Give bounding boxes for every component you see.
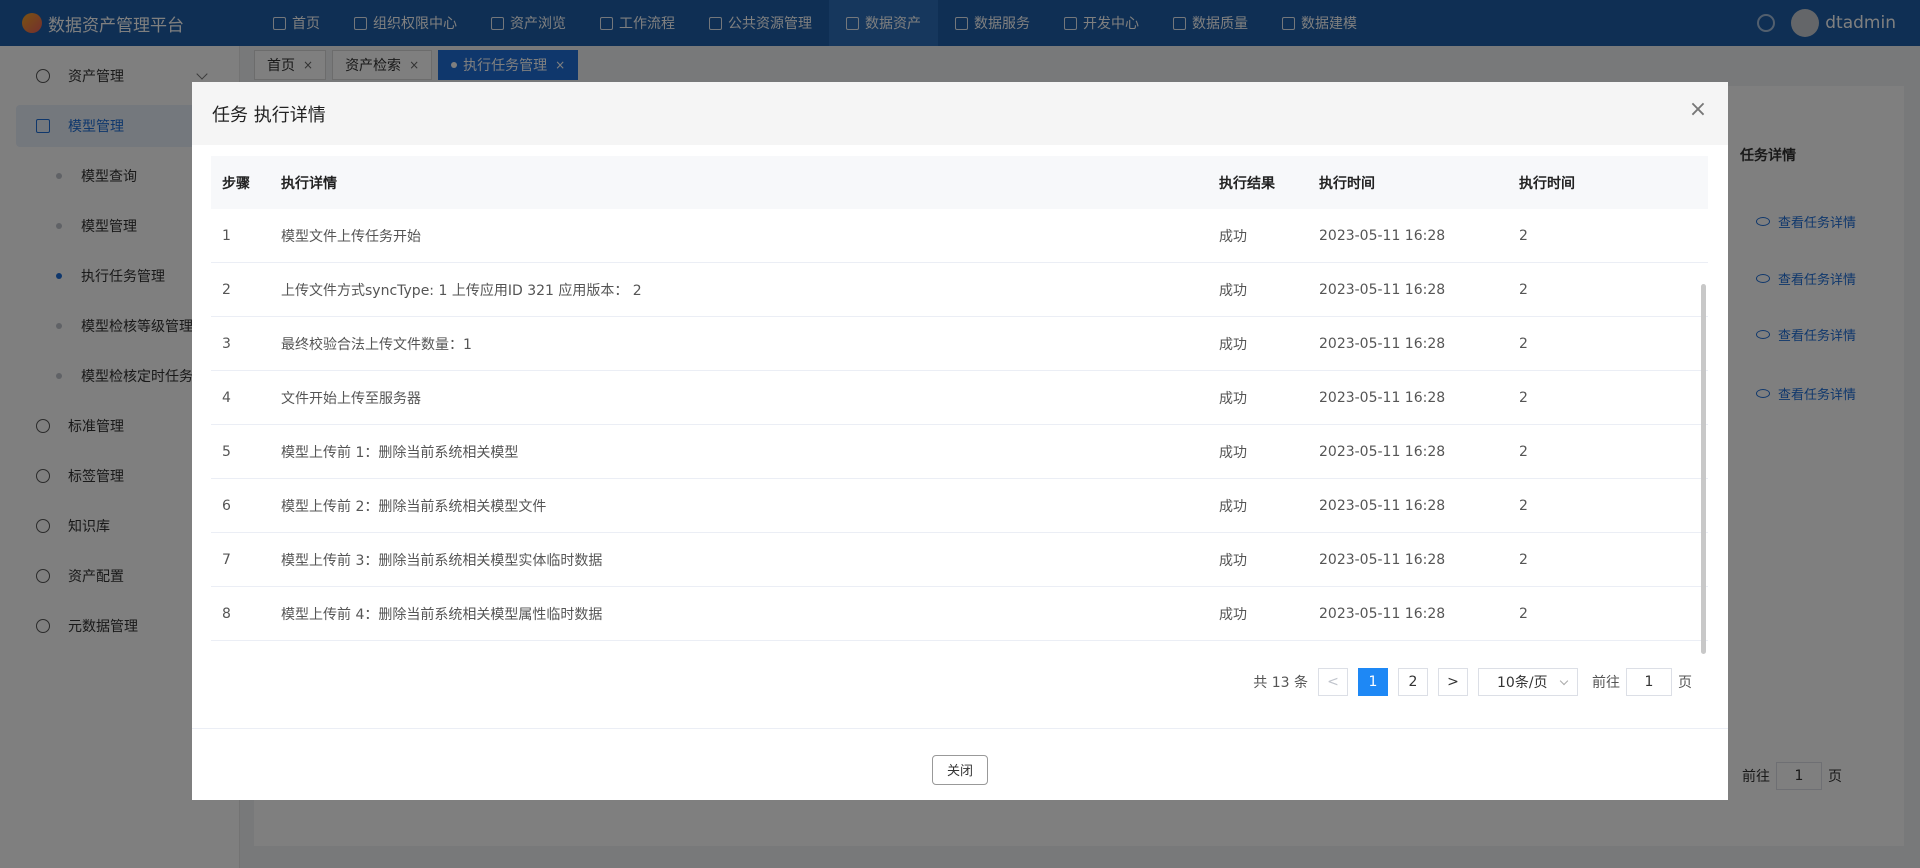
cell-step: 7 bbox=[222, 551, 231, 568]
col-header-detail: 执行详情 bbox=[281, 175, 337, 192]
table-row: 5 模型上传前 1：删除当前系统相关模型 成功 2023-05-11 16:28 2 bbox=[211, 425, 1708, 479]
cell-result: 成功 bbox=[1219, 336, 1247, 353]
cell-detail: 文件开始上传至服务器 bbox=[281, 390, 421, 407]
page-button-1[interactable]: 1 bbox=[1358, 668, 1388, 696]
cell-step: 6 bbox=[222, 497, 231, 514]
table-body: 1 模型文件上传任务开始 成功 2023-05-11 16:28 2 2 上传文件方式syn… bbox=[211, 209, 1708, 641]
cell-step: 3 bbox=[222, 335, 231, 352]
cell-detail: 模型文件上传任务开始 bbox=[281, 228, 421, 245]
cell-duration: 2 bbox=[1519, 281, 1528, 298]
cell-step: 8 bbox=[222, 605, 231, 622]
cell-time: 2023-05-11 16:28 bbox=[1319, 443, 1446, 460]
cell-detail: 模型上传前 3：删除当前系统相关模型实体临时数据 bbox=[281, 552, 603, 569]
table-row: 7 模型上传前 3：删除当前系统相关模型实体临时数据 成功 2023-05-11 16… bbox=[211, 533, 1708, 587]
cell-duration: 2 bbox=[1519, 443, 1528, 460]
cell-time: 2023-05-11 16:28 bbox=[1319, 281, 1446, 298]
page-button-2[interactable]: 2 bbox=[1398, 668, 1428, 696]
cell-duration: 2 bbox=[1519, 497, 1528, 514]
table-header: 步骤 执行详情 执行结果 执行时间 执行时间 bbox=[211, 156, 1708, 209]
modal-title: 任务 执行详情 bbox=[212, 104, 326, 126]
cell-step: 4 bbox=[222, 389, 231, 406]
table-row: 1 模型文件上传任务开始 成功 2023-05-11 16:28 2 bbox=[211, 209, 1708, 263]
table-scrollbar[interactable] bbox=[1701, 284, 1706, 654]
cell-result: 成功 bbox=[1219, 228, 1247, 245]
cell-duration: 2 bbox=[1519, 605, 1528, 622]
cell-time: 2023-05-11 16:28 bbox=[1319, 551, 1446, 568]
cell-duration: 2 bbox=[1519, 389, 1528, 406]
close-icon[interactable]: × bbox=[1688, 99, 1708, 121]
cell-detail: 模型上传前 4：删除当前系统相关模型属性临时数据 bbox=[281, 606, 603, 623]
modal-header: 任务 执行详情 × bbox=[192, 82, 1728, 145]
pagination-total: 共 13 条 bbox=[1253, 675, 1308, 691]
col-header-result: 执行结果 bbox=[1219, 175, 1275, 192]
cell-step: 2 bbox=[222, 281, 231, 298]
cell-time: 2023-05-11 16:28 bbox=[1319, 497, 1446, 514]
cell-result: 成功 bbox=[1219, 390, 1247, 407]
next-page-button[interactable]: > bbox=[1438, 668, 1468, 696]
goto-page-input[interactable] bbox=[1626, 668, 1672, 696]
col-header-step: 步骤 bbox=[222, 175, 250, 192]
cell-duration: 2 bbox=[1519, 551, 1528, 568]
execution-table: 步骤 执行详情 执行结果 执行时间 执行时间 1 模型文件上传任务开始 成功 2023… bbox=[211, 156, 1708, 656]
col-header-time-2: 执行时间 bbox=[1519, 175, 1575, 192]
table-row: 2 上传文件方式syncType: 1 上传应用ID 321 应用版本： 2 成功 2… bbox=[211, 263, 1708, 317]
chevron-down-icon bbox=[1559, 676, 1569, 686]
prev-page-button[interactable]: < bbox=[1318, 668, 1348, 696]
cell-duration: 2 bbox=[1519, 227, 1528, 244]
page-size-select[interactable]: 10条/页 bbox=[1478, 668, 1578, 696]
cell-time: 2023-05-11 16:28 bbox=[1319, 605, 1446, 622]
cell-duration: 2 bbox=[1519, 335, 1528, 352]
cell-result: 成功 bbox=[1219, 498, 1247, 515]
cell-result: 成功 bbox=[1219, 282, 1247, 299]
cell-detail: 模型上传前 2：删除当前系统相关模型文件 bbox=[281, 498, 547, 515]
cell-result: 成功 bbox=[1219, 552, 1247, 569]
cell-result: 成功 bbox=[1219, 606, 1247, 623]
cell-time: 2023-05-11 16:28 bbox=[1319, 389, 1446, 406]
cell-detail: 模型上传前 1：删除当前系统相关模型 bbox=[281, 444, 519, 461]
goto-label: 前往 bbox=[1592, 675, 1620, 691]
cell-step: 5 bbox=[222, 443, 231, 460]
page-suffix: 页 bbox=[1678, 675, 1692, 691]
cell-step: 1 bbox=[222, 227, 231, 244]
table-row: 3 最终校验合法上传文件数量：1 成功 2023-05-11 16:28 2 bbox=[211, 317, 1708, 371]
table-row: 8 模型上传前 4：删除当前系统相关模型属性临时数据 成功 2023-05-11 16… bbox=[211, 587, 1708, 641]
cell-detail: 上传文件方式syncType: 1 上传应用ID 321 应用版本： 2 bbox=[281, 282, 642, 299]
cell-time: 2023-05-11 16:28 bbox=[1319, 335, 1446, 352]
table-row: 6 模型上传前 2：删除当前系统相关模型文件 成功 2023-05-11 16:28 2 bbox=[211, 479, 1708, 533]
pagination: 共 13 条 < 1 2 > 10条/页 前往 页 bbox=[1253, 668, 1692, 696]
modal-footer: 关闭 bbox=[192, 728, 1728, 800]
close-button[interactable]: 关闭 bbox=[932, 754, 988, 785]
cell-time: 2023-05-11 16:28 bbox=[1319, 227, 1446, 244]
cell-detail: 最终校验合法上传文件数量：1 bbox=[281, 336, 472, 353]
col-header-time: 执行时间 bbox=[1319, 175, 1375, 192]
task-detail-modal: 任务 执行详情 × 步骤 执行详情 执行结果 执行时间 执行时间 1 模型文件上传… bbox=[192, 82, 1728, 800]
table-row: 4 文件开始上传至服务器 成功 2023-05-11 16:28 2 bbox=[211, 371, 1708, 425]
cell-result: 成功 bbox=[1219, 444, 1247, 461]
